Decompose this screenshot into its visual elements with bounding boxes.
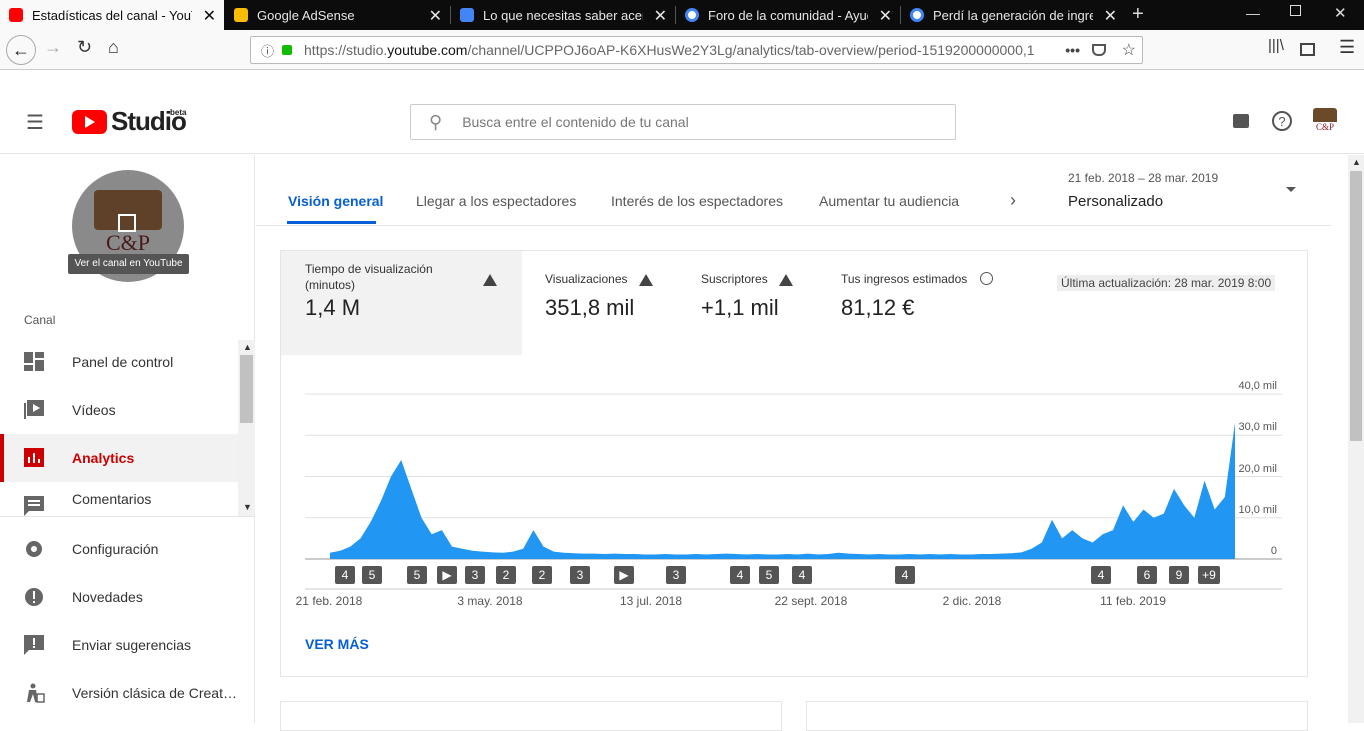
y-tick-label: 0: [1270, 545, 1277, 557]
annotation-marker[interactable]: 4: [730, 566, 750, 584]
annotation-marker[interactable]: 2: [532, 566, 552, 584]
x-tick-label: 3 may. 2018: [457, 594, 523, 608]
y-tick-label: 30,0 mil: [1238, 421, 1277, 434]
annotation-marker[interactable]: 6: [1137, 566, 1157, 584]
annotation-marker[interactable]: 4: [895, 566, 915, 584]
realtime-card: [280, 701, 782, 731]
y-tick-label: 40,0 mil: [1238, 380, 1277, 392]
y-tick-label: 20,0 mil: [1238, 462, 1277, 475]
annotation-marker[interactable]: 3: [465, 566, 485, 584]
annotation-marker[interactable]: 4: [335, 566, 355, 584]
y-tick-label: 10,0 mil: [1238, 503, 1277, 516]
watch-time-chart: [305, 393, 1282, 590]
annotation-marker[interactable]: 5: [362, 566, 382, 584]
annotation-marker[interactable]: 2: [496, 566, 516, 584]
annotation-marker[interactable]: 5: [759, 566, 779, 584]
annotation-marker[interactable]: 9: [1169, 566, 1189, 584]
x-tick-label: 11 feb. 2019: [1100, 594, 1166, 608]
annotation-marker[interactable]: 4: [792, 566, 812, 584]
annotation-marker[interactable]: 3: [666, 566, 686, 584]
annotation-marker[interactable]: 4: [1091, 566, 1111, 584]
annotation-marker[interactable]: 5: [407, 566, 427, 584]
annotation-marker[interactable]: 3: [570, 566, 590, 584]
annotation-marker[interactable]: +9: [1198, 566, 1220, 584]
video-published-marker[interactable]: ▶: [614, 566, 634, 584]
video-published-marker[interactable]: ▶: [437, 566, 457, 584]
top-videos-card: [806, 701, 1308, 731]
watch-time-area: [330, 422, 1235, 559]
x-tick-label: 13 jul. 2018: [619, 594, 683, 608]
x-tick-label: 22 sept. 2018: [774, 594, 848, 608]
x-tick-label: 21 feb. 2018: [295, 594, 363, 608]
x-tick-label: 2 dic. 2018: [942, 594, 1002, 608]
